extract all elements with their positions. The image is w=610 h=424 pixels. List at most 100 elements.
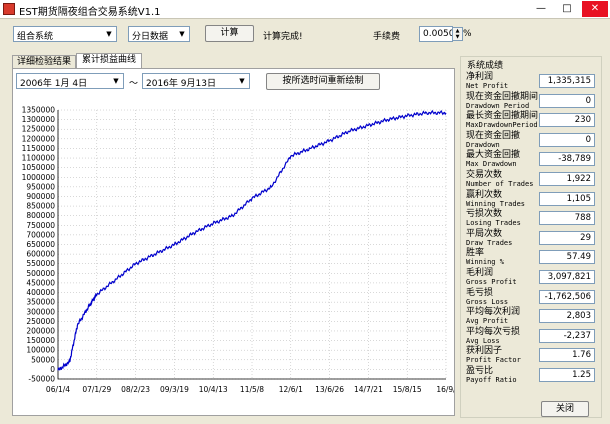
y-tick-label: 650000 bbox=[26, 240, 55, 249]
stat-value: 1,105 bbox=[539, 191, 595, 206]
y-tick-label: 750000 bbox=[26, 221, 55, 230]
y-tick-label: 1150000 bbox=[22, 144, 56, 153]
y-tick-label: 1300000 bbox=[22, 115, 56, 124]
fee-unit: % bbox=[463, 29, 472, 39]
stat-sublabel: Winning % bbox=[466, 258, 504, 267]
stats-group-title: 系统成绩 bbox=[465, 58, 506, 71]
stat-label: 毛亏损 bbox=[466, 287, 494, 298]
stat-label: 毛利润 bbox=[466, 268, 494, 278]
close-icon[interactable]: ✕ bbox=[582, 1, 608, 17]
stat-value: 1,335,315 bbox=[539, 74, 595, 88]
stat-value: 29 bbox=[539, 230, 595, 245]
y-tick-label: 950000 bbox=[26, 182, 55, 191]
y-tick-label: 50000 bbox=[31, 355, 55, 364]
stat-value: -2,237 bbox=[539, 328, 595, 343]
x-tick-label: 13/6/26 bbox=[315, 385, 344, 394]
fee-stepper[interactable]: ▲ ▼ bbox=[452, 27, 463, 41]
stat-value: 57.49 bbox=[539, 250, 595, 265]
x-axis: 06/1/4 07/1/29 08/2/23 09/3/19 10/4/13 11/5/8… bbox=[46, 385, 454, 394]
stat-label: 平均每次亏损 bbox=[466, 326, 521, 337]
stat-sublabel: Gross Profit bbox=[466, 278, 517, 286]
x-tick-label: 15/8/15 bbox=[393, 385, 422, 394]
chevron-down-icon: ▼ bbox=[106, 30, 112, 38]
y-tick-label: 1000000 bbox=[22, 173, 56, 182]
stat-sublabel: Avg Loss bbox=[466, 336, 500, 345]
stat-value: -38,789 bbox=[539, 152, 595, 167]
x-tick-label: 12/6/1 bbox=[279, 385, 303, 394]
y-tick-label: 250000 bbox=[26, 317, 55, 326]
end-date-value: 2016年 9月13日 bbox=[146, 79, 216, 89]
y-tick-label: 600000 bbox=[26, 250, 55, 259]
y-tick-label: 700000 bbox=[26, 230, 55, 239]
y-tick-label: 550000 bbox=[26, 259, 55, 268]
stat-label: 现在资金回撤期间 bbox=[466, 91, 539, 102]
minimize-icon[interactable]: — bbox=[528, 1, 554, 17]
calendar-dropdown-icon: ▼ bbox=[239, 77, 245, 85]
close-button[interactable]: 关闭 bbox=[541, 401, 589, 417]
x-tick-label: 06/1/4 bbox=[46, 385, 70, 394]
x-tick-label: 16/9/ bbox=[436, 385, 454, 394]
x-tick-label: 10/4/13 bbox=[199, 385, 228, 394]
stat-value: 1.76 bbox=[539, 348, 595, 363]
y-tick-label: 0 bbox=[50, 365, 55, 374]
stat-sublabel: Avg Profit bbox=[466, 317, 509, 326]
window-title: EST期货隔夜组合交易系统V1.1 bbox=[19, 7, 161, 18]
y-tick-label: 900000 bbox=[26, 192, 55, 201]
system-select-value: 组合系统 bbox=[17, 32, 54, 42]
y-tick-label: 450000 bbox=[26, 278, 55, 287]
stat-sublabel: Losing Trades bbox=[466, 219, 521, 228]
y-tick-label: 1250000 bbox=[22, 125, 56, 134]
cumulative-profit-chart: -500000500001000001500002000002500003000… bbox=[22, 106, 454, 395]
x-tick-label: 11/5/8 bbox=[240, 385, 264, 394]
stat-label: 最大资金回撤 bbox=[466, 150, 521, 161]
y-tick-label: 1350000 bbox=[22, 106, 56, 115]
x-tick-label: 14/7/21 bbox=[354, 385, 383, 394]
stat-label: 现在资金回撤 bbox=[466, 130, 521, 141]
stat-sublabel: Max Drawdown bbox=[466, 160, 517, 169]
y-tick-label: 1200000 bbox=[22, 134, 56, 143]
tab-detail-results[interactable]: 详细检验结果 bbox=[12, 55, 76, 69]
start-date-picker[interactable]: 2006年 1月 4日 ▼ bbox=[16, 73, 124, 89]
period-select[interactable]: 分日数据 ▼ bbox=[128, 26, 190, 42]
x-tick-label: 07/1/29 bbox=[82, 385, 111, 394]
stat-label: 亏损次数 bbox=[466, 209, 503, 220]
fee-input[interactable]: 0.0050 bbox=[419, 26, 455, 42]
stat-sublabel: Drawdown bbox=[466, 140, 500, 149]
calculate-button[interactable]: 计算 bbox=[205, 25, 254, 42]
stat-label: 盈亏比 bbox=[466, 366, 494, 376]
stat-value: 1.25 bbox=[539, 368, 595, 382]
start-date-value: 2006年 1月 4日 bbox=[20, 79, 88, 89]
fee-label: 手续费 bbox=[373, 32, 401, 42]
stat-sublabel: MaxDrawdownPeriod bbox=[466, 121, 538, 130]
maximize-icon[interactable]: □ bbox=[554, 1, 580, 17]
stat-value: 1,922 bbox=[539, 172, 595, 186]
stat-value: 0 bbox=[539, 132, 595, 147]
tab-cumulative-curve[interactable]: 累计损益曲线 bbox=[76, 53, 142, 69]
stat-label: 交易次数 bbox=[466, 170, 503, 180]
end-date-picker[interactable]: 2016年 9月13日 ▼ bbox=[142, 73, 250, 89]
stat-sublabel: Winning Trades bbox=[466, 199, 526, 208]
stat-sublabel: Payoff Ratio bbox=[466, 376, 517, 384]
y-axis: -500000500001000001500002000002500003000… bbox=[22, 106, 56, 384]
stat-label: 平均每次利润 bbox=[466, 307, 521, 318]
stat-sublabel: Draw Trades bbox=[466, 238, 513, 247]
system-select[interactable]: 组合系统 ▼ bbox=[13, 26, 117, 42]
stat-label: 净利润 bbox=[466, 72, 494, 82]
status-text: 计算完成! bbox=[263, 32, 303, 42]
stat-value: 2,803 bbox=[539, 309, 595, 324]
stat-sublabel: Net Profit bbox=[466, 82, 509, 90]
y-tick-label: 100000 bbox=[26, 346, 55, 355]
redraw-button[interactable]: 按所选时间重新绘制 bbox=[266, 73, 380, 90]
chart-grid bbox=[57, 109, 447, 380]
stat-value: 3,097,821 bbox=[539, 270, 595, 284]
y-tick-label: -50000 bbox=[28, 375, 55, 384]
stat-label: 获利因子 bbox=[466, 346, 503, 357]
stat-sublabel: Drawdown Period bbox=[466, 101, 530, 110]
stat-sublabel: Profit Factor bbox=[466, 356, 521, 365]
y-tick-label: 350000 bbox=[26, 298, 55, 307]
stat-label: 平局次数 bbox=[466, 228, 503, 239]
y-tick-label: 200000 bbox=[26, 326, 55, 335]
stat-sublabel: Number of Trades bbox=[466, 180, 534, 188]
stat-value: 0 bbox=[539, 93, 595, 108]
x-tick-label: 08/2/23 bbox=[121, 385, 150, 394]
